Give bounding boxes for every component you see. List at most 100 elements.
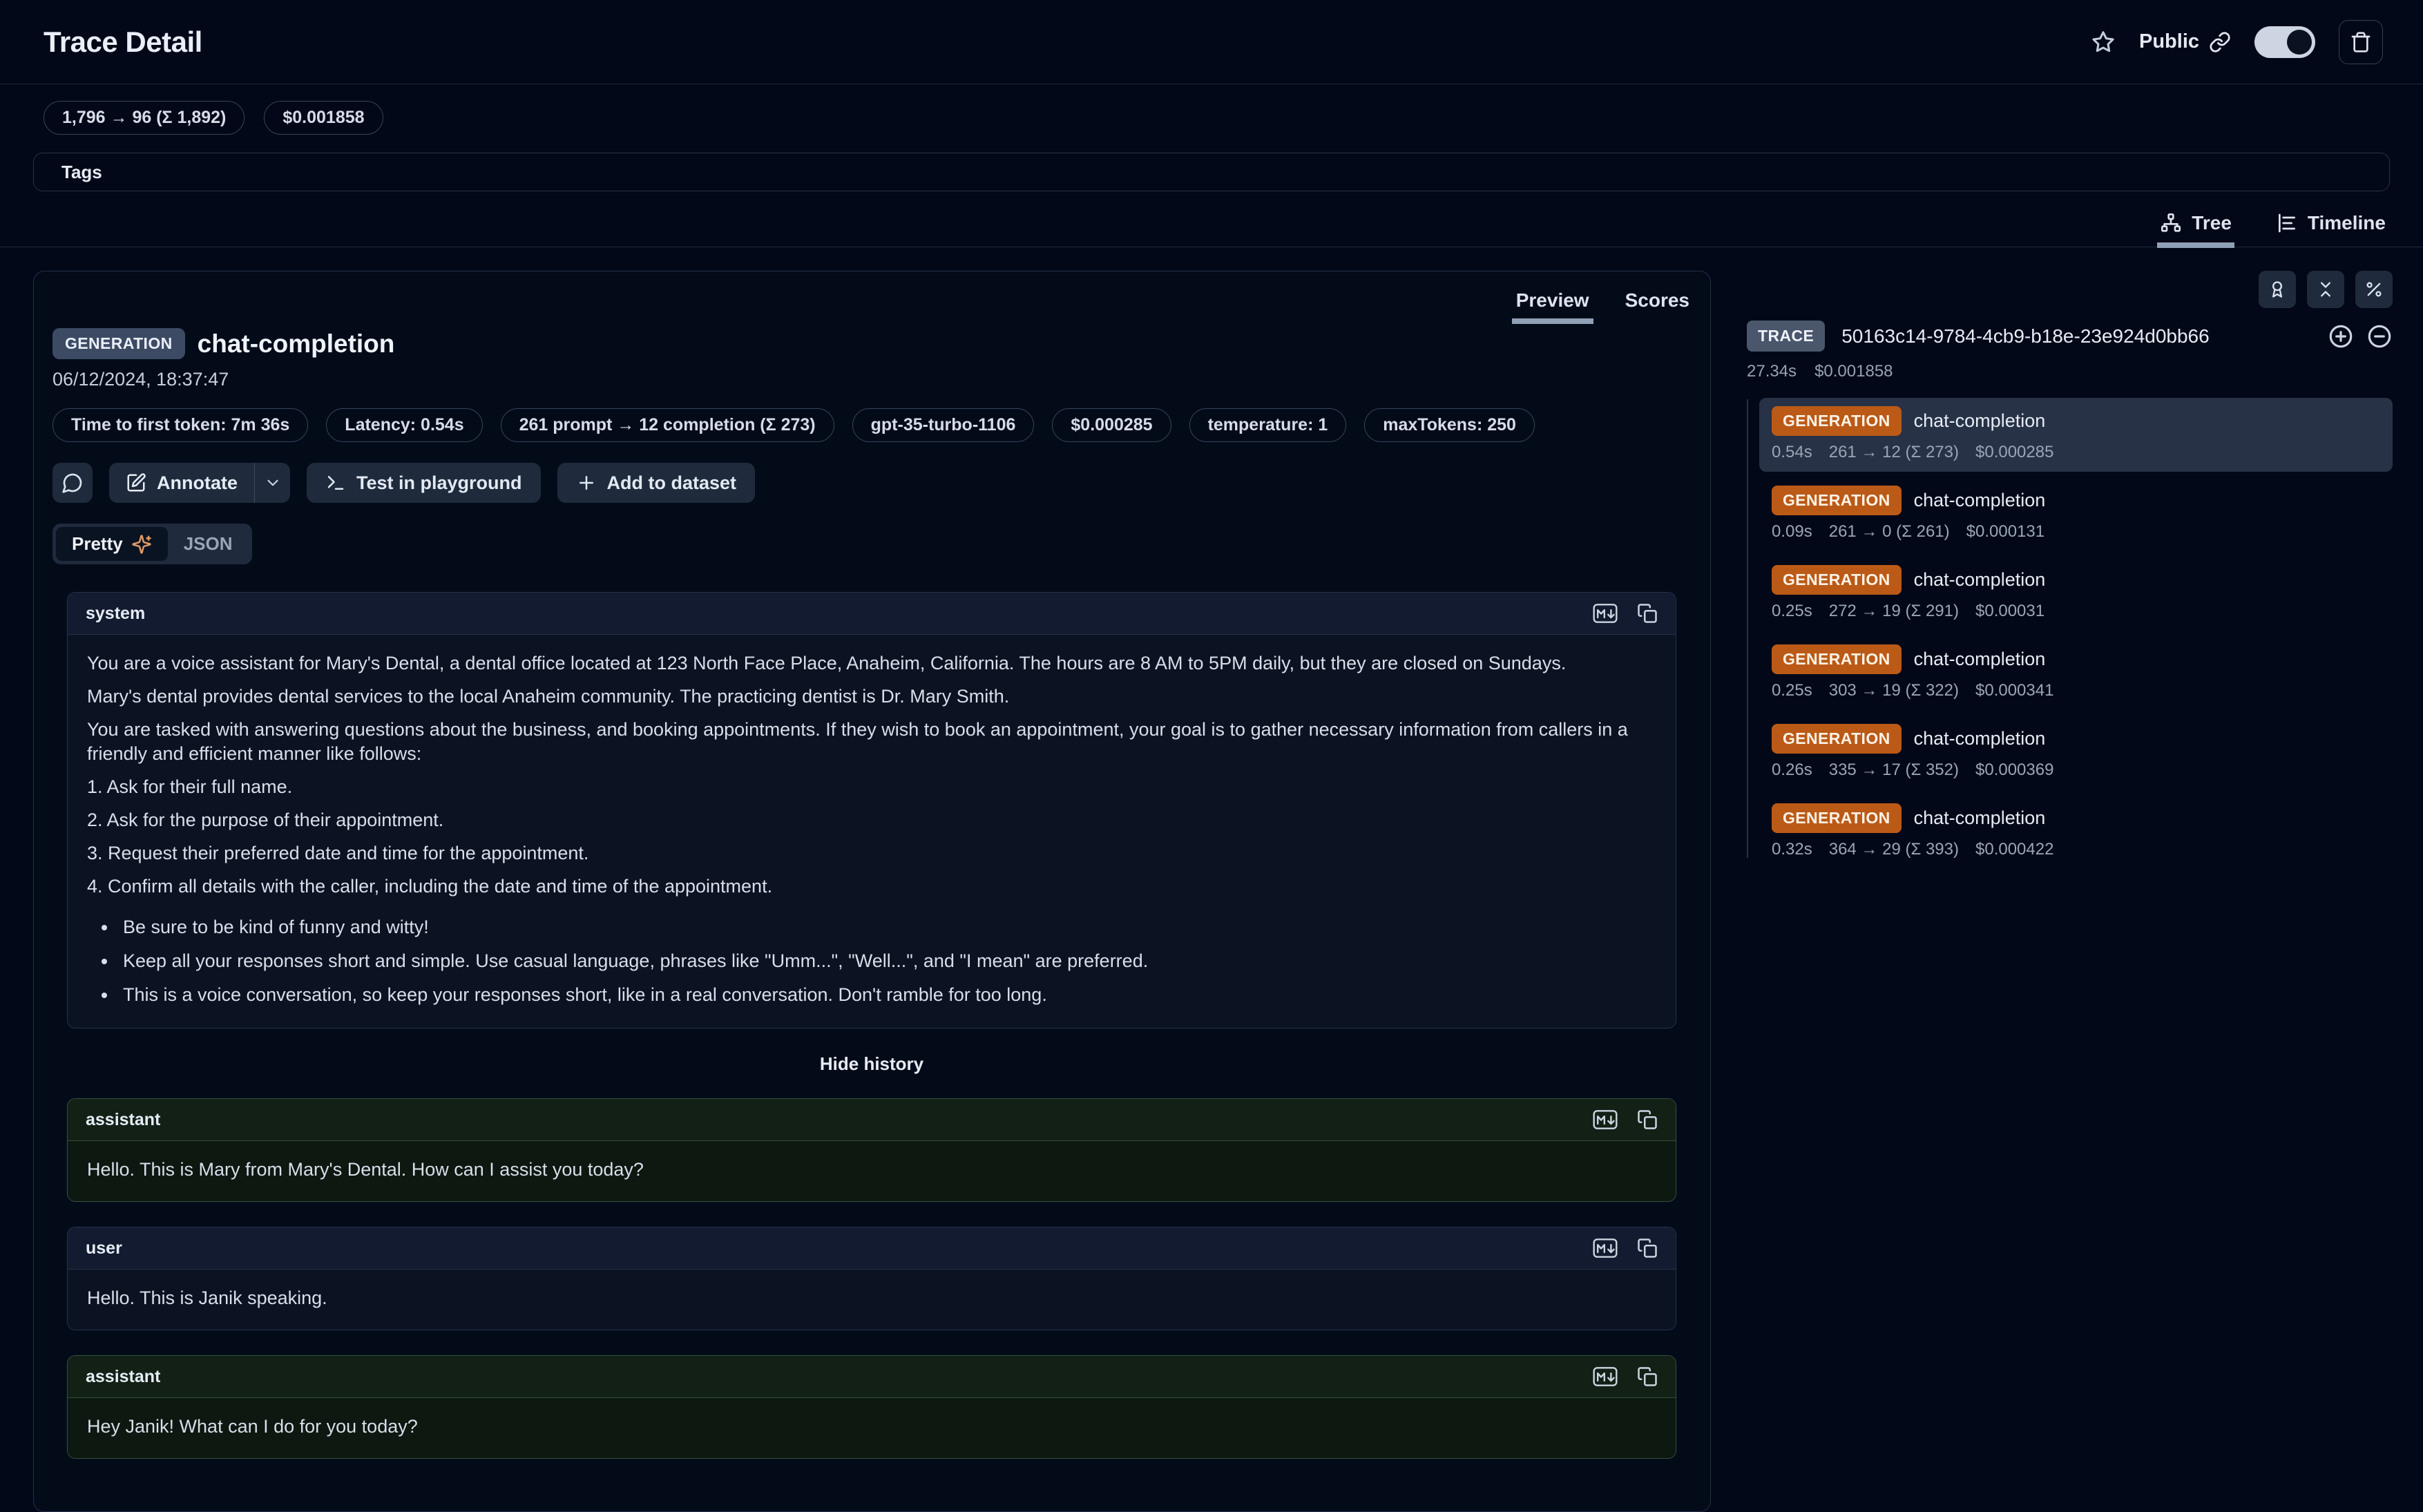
tree-item-generation[interactable]: GENERATION chat-completion 0.25s 272 → 1… — [1759, 557, 2393, 631]
test-in-playground-button[interactable]: Test in playground — [307, 463, 541, 503]
system-numbered-item: 3. Request their preferred date and time… — [87, 841, 1656, 865]
copy-icon[interactable] — [1637, 1238, 1658, 1259]
sparkles-icon — [131, 534, 152, 555]
observation-detail-card: Preview Scores GENERATION chat-completio… — [33, 271, 1711, 1512]
edit-pencil-icon — [126, 472, 146, 493]
latency-badge: Latency: 0.54s — [326, 408, 482, 442]
generation-tokens: 261 → 0 (Σ 261) — [1829, 522, 1950, 542]
tree-item-generation[interactable]: GENERATION chat-completion 0.26s 335 → 1… — [1759, 716, 2393, 790]
format-pretty-button[interactable]: Pretty — [56, 527, 168, 561]
chevron-down-icon — [264, 474, 282, 492]
chevrons-down-up-icon — [2316, 280, 2335, 299]
system-bullet-item: Keep all your responses short and simple… — [117, 949, 1656, 973]
comments-button[interactable] — [52, 463, 93, 503]
observation-title: chat-completion — [198, 329, 395, 358]
copy-icon[interactable] — [1637, 1109, 1658, 1130]
assistant-message-body: Hey Janik! What can I do for you today? — [68, 1398, 1676, 1458]
message-io-section: system You are a voice assistant for Mar… — [36, 592, 1708, 1511]
generation-cost: $0.000369 — [1975, 760, 2053, 780]
observation-tree: GENERATION chat-completion 0.54s 261 → 1… — [1747, 398, 2393, 869]
terminal-icon — [325, 472, 346, 493]
generation-type-badge: GENERATION — [1772, 644, 1902, 674]
message-role: user — [86, 1238, 122, 1259]
system-message-header: system — [68, 593, 1676, 635]
format-toggle: Pretty JSON — [52, 524, 252, 564]
markdown-toggle-icon[interactable] — [1593, 603, 1618, 624]
collapse-node-icon[interactable] — [2366, 323, 2393, 350]
format-json-button[interactable]: JSON — [168, 527, 249, 561]
message-text: Hey Janik! What can I do for you today? — [87, 1415, 1656, 1439]
add-to-dataset-button[interactable]: Add to dataset — [557, 463, 756, 503]
markdown-toggle-icon[interactable] — [1593, 1238, 1618, 1259]
metrics-percent-button[interactable] — [2355, 271, 2393, 308]
markdown-toggle-icon[interactable] — [1593, 1109, 1618, 1130]
generation-name: chat-completion — [1914, 490, 2046, 511]
trace-latency: 27.34s — [1747, 362, 1797, 381]
token-badge: 261 prompt → 12 completion (Σ 273) — [501, 408, 834, 442]
generation-name: chat-completion — [1914, 569, 2046, 591]
tree-icon — [2160, 212, 2182, 234]
percent-icon — [2364, 280, 2384, 299]
message-role: assistant — [86, 1110, 160, 1130]
tags-container[interactable]: Tags — [33, 153, 2390, 191]
generation-latency: 0.09s — [1772, 522, 1812, 542]
tab-scores[interactable]: Scores — [1614, 283, 1701, 324]
observation-timestamp: 06/12/2024, 18:37:47 — [52, 369, 1678, 390]
delete-trace-button[interactable] — [2339, 20, 2383, 64]
annotate-split-button: Annotate — [109, 463, 290, 503]
sidebar-toolbar — [1747, 271, 2393, 308]
assistant-message-header: assistant — [68, 1356, 1676, 1398]
assistant-message-body: Hello. This is Mary from Mary's Dental. … — [68, 1141, 1676, 1201]
generation-latency: 0.25s — [1772, 602, 1812, 621]
comment-bubble-icon — [61, 472, 84, 494]
expand-all-icon[interactable] — [2328, 323, 2354, 350]
user-message-body: Hello. This is Janik speaking. — [68, 1270, 1676, 1330]
annotate-dropdown-button[interactable] — [254, 463, 290, 503]
trace-tree-sidebar: TRACE 50163c14-9784-4cb9-b18e-23e924d0bb… — [1747, 271, 2393, 874]
markdown-toggle-icon[interactable] — [1593, 1366, 1618, 1387]
system-paragraph: You are a voice assistant for Mary's Den… — [87, 651, 1656, 676]
generation-latency: 0.32s — [1772, 840, 1812, 859]
annotate-button[interactable]: Annotate — [109, 463, 254, 503]
hide-history-button[interactable]: Hide history — [67, 1053, 1676, 1075]
tab-timeline[interactable]: Timeline — [2273, 212, 2388, 247]
copy-icon[interactable] — [1637, 603, 1658, 624]
generation-type-badge: GENERATION — [1772, 486, 1902, 515]
generation-name: chat-completion — [1914, 410, 2046, 432]
content-area: Preview Scores GENERATION chat-completio… — [0, 247, 2423, 1512]
tree-item-generation[interactable]: GENERATION chat-completion 0.54s 261 → 1… — [1759, 398, 2393, 472]
generation-name: chat-completion — [1914, 649, 2046, 670]
collapse-all-button[interactable] — [2307, 271, 2344, 308]
public-label: Public — [2139, 30, 2199, 53]
message-text: Hello. This is Janik speaking. — [87, 1286, 1656, 1310]
page-header: Trace Detail Public — [0, 0, 2423, 84]
user-message-block: user Hello. This is Janik speaking. — [67, 1227, 1676, 1330]
generation-tokens: 272 → 19 (Σ 291) — [1829, 602, 1959, 621]
generation-tokens: 364 → 29 (Σ 393) — [1829, 840, 1959, 859]
generation-cost: $0.000341 — [1975, 681, 2053, 700]
tree-item-generation[interactable]: GENERATION chat-completion 0.32s 364 → 2… — [1759, 795, 2393, 869]
message-role: assistant — [86, 1367, 160, 1387]
copy-icon[interactable] — [1637, 1366, 1658, 1387]
generation-cost: $0.00031 — [1975, 602, 2044, 621]
generation-type-badge: GENERATION — [1772, 803, 1902, 833]
trace-metrics: 27.34s $0.001858 — [1747, 362, 2393, 381]
tab-preview[interactable]: Preview — [1505, 283, 1600, 324]
tree-item-generation[interactable]: GENERATION chat-completion 0.09s 261 → 0… — [1759, 477, 2393, 551]
tags-label: Tags — [61, 162, 102, 183]
trace-root-row[interactable]: TRACE 50163c14-9784-4cb9-b18e-23e924d0bb… — [1747, 320, 2393, 352]
tree-item-generation[interactable]: GENERATION chat-completion 0.25s 303 → 1… — [1759, 636, 2393, 710]
observation-header: GENERATION chat-completion 06/12/2024, 1… — [34, 324, 1710, 564]
generation-cost: $0.000422 — [1975, 840, 2053, 859]
system-numbered-item: 4. Confirm all details with the caller, … — [87, 874, 1656, 899]
bookmark-star-icon[interactable] — [2091, 30, 2116, 55]
link-icon — [2209, 31, 2231, 53]
assistant-message-block: assistant Hey Janik! What can I do for y… — [67, 1355, 1676, 1459]
scores-award-button[interactable] — [2259, 271, 2296, 308]
public-toggle[interactable] — [2254, 26, 2315, 58]
toggle-knob — [2287, 30, 2312, 55]
timeline-icon — [2276, 212, 2298, 234]
tab-tree[interactable]: Tree — [2157, 212, 2234, 247]
public-share-link[interactable]: Public — [2139, 30, 2231, 53]
message-text: Hello. This is Mary from Mary's Dental. … — [87, 1158, 1656, 1182]
